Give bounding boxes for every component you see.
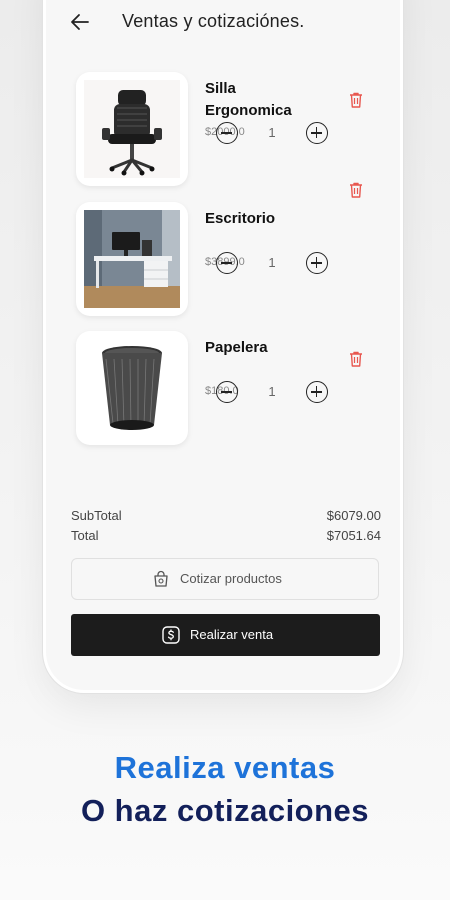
product-name: Silla Ergonomica [205, 80, 292, 119]
plus-button[interactable] [306, 381, 328, 403]
minus-button[interactable] [216, 122, 238, 144]
app-screen: Ventas y cotizaciónes. Silla Ergonomica … [46, 0, 400, 690]
quantity-value: 1 [268, 125, 276, 140]
promo-subheadline: O haz cotizaciones [80, 793, 370, 828]
minus-button[interactable] [216, 381, 238, 403]
promo-headline: Realiza ventas [114, 750, 336, 785]
dollar-icon [162, 626, 180, 644]
quantity-stepper: 1 [216, 381, 328, 405]
shopping-bag-icon [154, 570, 168, 587]
make-sale-label: Realizar venta [190, 627, 274, 642]
back-arrow-icon[interactable] [68, 10, 92, 34]
quote-products-button[interactable]: Cotizar productos [71, 558, 379, 600]
subtotal-value: $6079.00 [326, 508, 381, 523]
wastebasket-image [84, 339, 180, 437]
totals-summary: SubTotal $6079.00 Total $7051.64 [71, 508, 381, 548]
product-image-wastebasket [76, 331, 188, 445]
cart-item: Escritorio $3899.0 1 [74, 182, 378, 320]
phone-frame: Ventas y cotizaciónes. Silla Ergonomica … [46, 0, 400, 690]
trash-icon[interactable] [346, 180, 366, 200]
subtotal-row: SubTotal $6079.00 [71, 508, 381, 528]
quantity-value: 1 [268, 255, 276, 270]
cart-item: Papelera $180.0 1 [74, 331, 378, 449]
total-row: Total $7051.64 [71, 528, 381, 548]
minus-button[interactable] [216, 252, 238, 274]
trash-icon[interactable] [346, 90, 366, 110]
subtotal-label: SubTotal [71, 508, 122, 523]
quantity-stepper: 1 [216, 252, 328, 276]
page-title: Ventas y cotizaciónes. [122, 11, 305, 31]
trash-icon[interactable] [346, 349, 366, 369]
total-label: Total [71, 528, 99, 543]
plus-button[interactable] [306, 252, 328, 274]
product-image-desk [76, 202, 188, 316]
plus-button[interactable] [306, 122, 328, 144]
product-image-chair [76, 72, 188, 186]
make-sale-button[interactable]: Realizar venta [71, 614, 380, 656]
product-name: Papelera [205, 339, 268, 356]
cart-item: Silla Ergonomica $2000.0 1 [74, 72, 378, 190]
quantity-stepper: 1 [216, 122, 328, 146]
quote-products-label: Cotizar productos [180, 571, 282, 586]
app-header: Ventas y cotizaciónes. [46, 0, 400, 44]
quantity-value: 1 [268, 384, 276, 399]
office-chair-image [84, 80, 180, 178]
product-name: Escritorio [205, 210, 276, 227]
desk-image [84, 210, 180, 308]
total-value: $7051.64 [326, 528, 381, 543]
